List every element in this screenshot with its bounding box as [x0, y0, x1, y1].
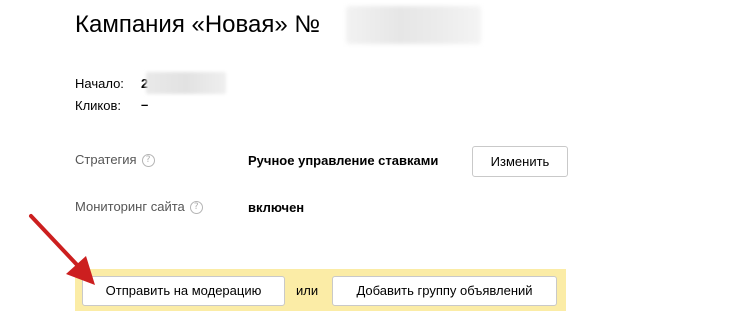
- strategy-value: Ручное управление ставками: [248, 153, 439, 168]
- strategy-label-text: Стратегия: [75, 152, 137, 167]
- page-title: Кампания «Новая» №: [75, 11, 321, 38]
- or-separator: или: [296, 283, 319, 298]
- redacted-campaign-number: [346, 6, 481, 44]
- clicks-value: –: [141, 97, 149, 112]
- question-circle-icon[interactable]: ?: [141, 154, 155, 167]
- campaign-page: Кампания «Новая» № Начало: 2 Кликов: – С…: [0, 0, 740, 315]
- add-ad-group-button[interactable]: Добавить группу объявлений: [332, 276, 557, 306]
- monitoring-label-text: Мониторинг сайта: [75, 199, 185, 214]
- strategy-label: Стратегия?: [75, 152, 155, 167]
- arrow-shaft: [29, 214, 82, 270]
- send-to-moderation-button[interactable]: Отправить на модерацию: [82, 276, 285, 306]
- monitoring-value: включен: [248, 200, 305, 215]
- clicks-label: Кликов:: [75, 98, 122, 113]
- monitoring-label: Мониторинг сайта?: [75, 199, 203, 214]
- redacted-start-date: [146, 72, 226, 94]
- question-circle-icon[interactable]: ?: [189, 201, 203, 214]
- change-strategy-button[interactable]: Изменить: [472, 146, 568, 177]
- start-label: Начало:: [75, 76, 124, 91]
